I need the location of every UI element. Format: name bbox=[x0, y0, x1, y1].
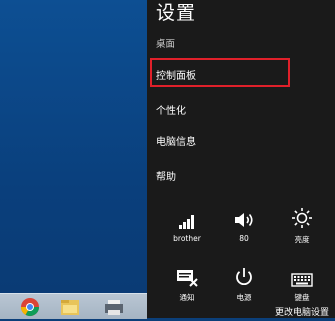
notifications-label: 通知 bbox=[179, 293, 195, 302]
change-pc-settings-link[interactable]: 更改电脑设置 bbox=[275, 305, 329, 318]
quick-setting-brightness[interactable]: 亮度 bbox=[278, 207, 326, 245]
menu-item-desktop: 桌面 bbox=[156, 39, 176, 50]
quick-setting-network[interactable]: brother bbox=[163, 207, 211, 243]
network-label: brother bbox=[173, 234, 201, 243]
menu-item-pc-info[interactable]: 电脑信息 bbox=[156, 133, 196, 148]
quick-setting-volume[interactable]: 80 bbox=[220, 207, 268, 243]
file-explorer-icon[interactable] bbox=[59, 297, 81, 317]
volume-icon bbox=[220, 207, 268, 229]
power-label: 电源 bbox=[236, 293, 252, 302]
network-bars-icon bbox=[163, 207, 211, 229]
taskbar bbox=[0, 293, 147, 319]
charm-title: 设置 bbox=[156, 2, 197, 24]
settings-charm-panel: 设置 桌面 控制面板 个性化 电脑信息 帮助 brother 80 亮度 通知 … bbox=[147, 0, 335, 318]
chrome-icon[interactable] bbox=[19, 297, 41, 317]
menu-item-personalize[interactable]: 个性化 bbox=[156, 102, 186, 117]
quick-setting-notifications[interactable]: 通知 bbox=[163, 265, 211, 303]
menu-item-help[interactable]: 帮助 bbox=[156, 168, 176, 183]
highlight-box bbox=[150, 58, 290, 87]
brightness-label: 亮度 bbox=[294, 235, 310, 244]
desktop-background bbox=[0, 0, 147, 318]
quick-setting-keyboard[interactable]: 键盘 bbox=[278, 265, 326, 303]
volume-label: 80 bbox=[239, 234, 249, 243]
brightness-icon bbox=[278, 207, 326, 229]
printer-icon[interactable] bbox=[103, 297, 125, 317]
power-icon bbox=[220, 265, 268, 287]
quick-setting-power[interactable]: 电源 bbox=[220, 265, 268, 303]
notifications-icon bbox=[163, 265, 211, 287]
keyboard-label: 键盘 bbox=[294, 293, 310, 302]
keyboard-icon bbox=[278, 265, 326, 287]
